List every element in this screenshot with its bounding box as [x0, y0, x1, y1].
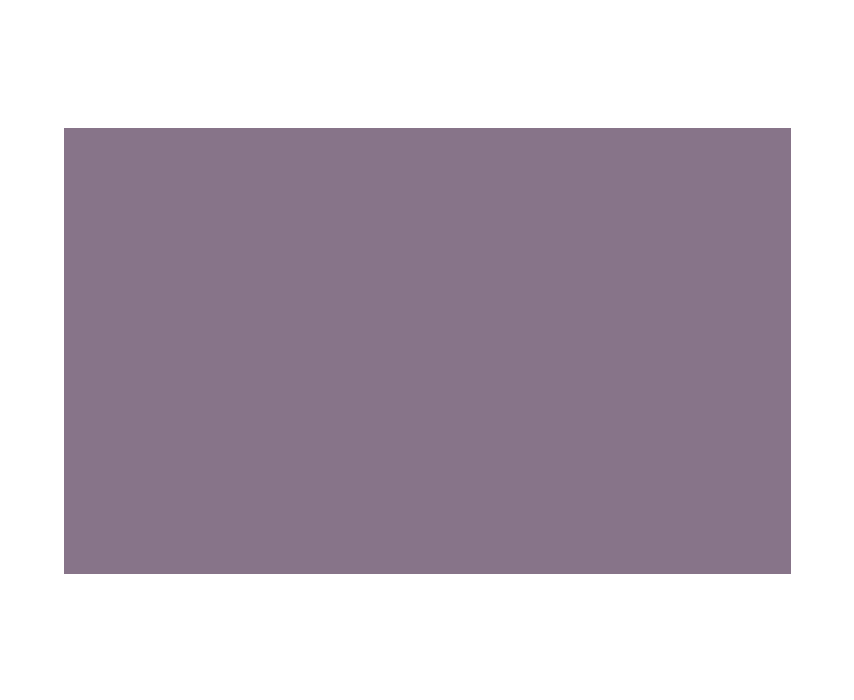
- color-swatch: [64, 128, 791, 574]
